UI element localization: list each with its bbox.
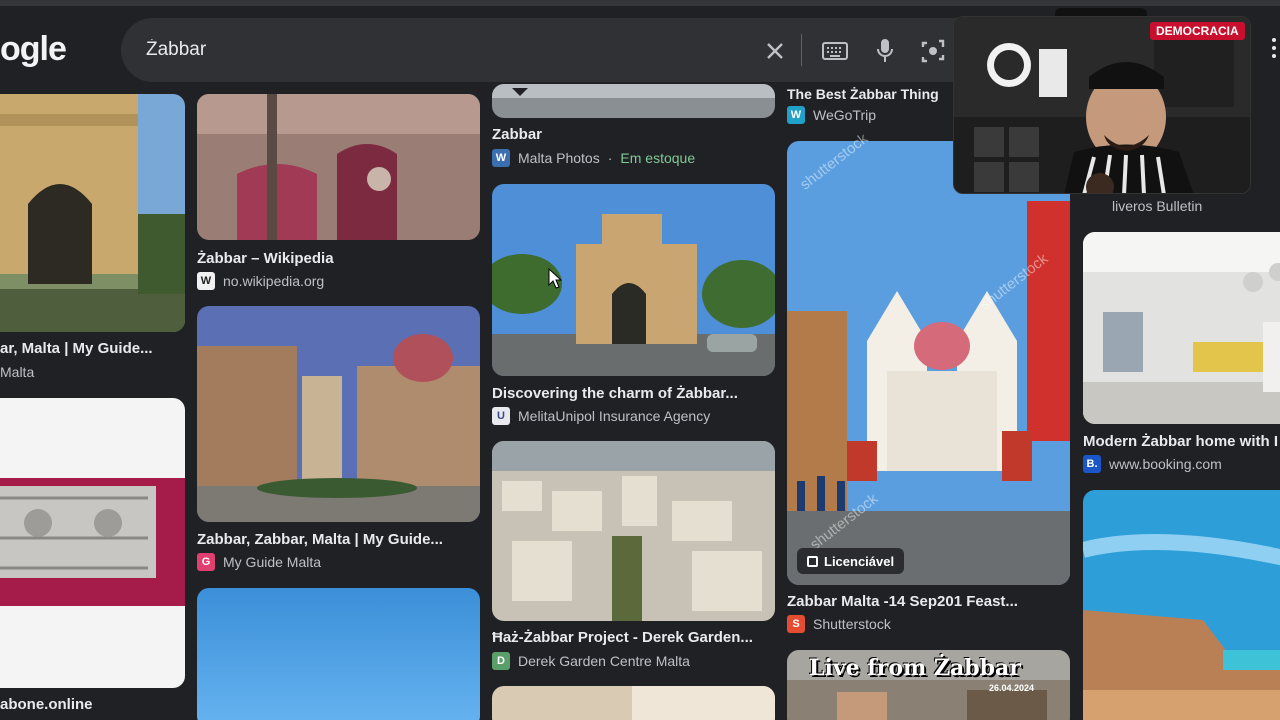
result-title[interactable]: Ħaż-Żabbar Project - Derek Garden... xyxy=(492,629,775,646)
result-image[interactable] xyxy=(197,94,480,240)
result-image[interactable] xyxy=(492,686,775,720)
result-source[interactable]: W Malta Photos · Em estoque xyxy=(492,149,695,167)
result-image[interactable] xyxy=(492,184,775,376)
result-source[interactable]: W WeGoTrip xyxy=(787,106,876,124)
webcam-label: DEMOCRACIA xyxy=(1150,22,1245,40)
result-title[interactable]: Zabbar xyxy=(492,126,775,143)
result-source[interactable]: S Shutterstock xyxy=(787,615,891,633)
result-title[interactable]: ar, Malta | My Guide... xyxy=(0,340,185,357)
wikipedia-icon: W xyxy=(197,272,215,290)
google-logo[interactable]: ogle xyxy=(0,30,67,69)
result-source[interactable]: U MelitaUnipol Insurance Agency xyxy=(492,407,710,425)
webcam-overlay xyxy=(953,16,1251,194)
divider xyxy=(801,34,802,66)
result-image[interactable] xyxy=(492,84,775,118)
result-source[interactable]: W no.wikipedia.org xyxy=(197,272,324,290)
wegotrip-icon: W xyxy=(787,106,805,124)
result-image[interactable]: Live from Żabbar 26.04.2024 xyxy=(787,650,1070,720)
result-image[interactable] xyxy=(1083,232,1280,424)
result-source[interactable]: abone.online xyxy=(0,696,93,713)
apps-icon[interactable] xyxy=(1264,38,1278,60)
result-source[interactable]: G My Guide Malta xyxy=(197,553,321,571)
my-guide-icon: G xyxy=(197,553,215,571)
shutterstock-icon: S xyxy=(787,615,805,633)
wordpress-icon: W xyxy=(492,149,510,167)
result-image[interactable] xyxy=(197,306,480,522)
melita-icon: U xyxy=(492,407,510,425)
license-icon xyxy=(807,555,818,567)
result-source[interactable]: D Derek Garden Centre Malta xyxy=(492,652,690,670)
live-banner-text: Live from Żabbar xyxy=(809,655,1021,681)
result-title[interactable]: Discovering the charm of Żabbar... xyxy=(492,385,775,402)
result-title[interactable]: Zabbar Malta -14 Sep201 Feast... xyxy=(787,593,1070,610)
result-title[interactable]: The Best Żabbar Thing xyxy=(787,86,952,102)
result-title[interactable]: Zabbar, Zabbar, Malta | My Guide... xyxy=(197,531,480,548)
result-source[interactable]: B. www.booking.com xyxy=(1083,455,1222,473)
keyboard-icon[interactable] xyxy=(822,38,848,64)
mouse-cursor xyxy=(548,267,563,290)
derek-garden-icon: D xyxy=(492,652,510,670)
licensable-badge: Licenciável xyxy=(797,548,905,574)
result-title[interactable]: Żabbar – Wikipedia xyxy=(197,250,480,267)
result-source[interactable]: Malta xyxy=(0,364,34,380)
live-banner-date: 26.04.2024 xyxy=(989,683,1035,693)
result-image[interactable] xyxy=(787,141,1070,585)
search-input[interactable] xyxy=(146,36,746,64)
result-image[interactable] xyxy=(197,588,480,720)
result-image[interactable] xyxy=(1083,490,1280,720)
clear-icon[interactable] xyxy=(762,38,788,64)
result-source[interactable]: liveros Bulletin xyxy=(1112,198,1202,214)
browser-edge xyxy=(0,0,1280,6)
result-image[interactable] xyxy=(0,398,185,688)
lens-camera-icon[interactable] xyxy=(920,38,946,64)
booking-icon: B. xyxy=(1083,455,1101,473)
result-image[interactable] xyxy=(492,441,775,621)
microphone-icon[interactable] xyxy=(872,38,898,64)
result-image[interactable] xyxy=(0,94,185,332)
result-title[interactable]: Modern Żabbar home with I xyxy=(1083,433,1280,450)
